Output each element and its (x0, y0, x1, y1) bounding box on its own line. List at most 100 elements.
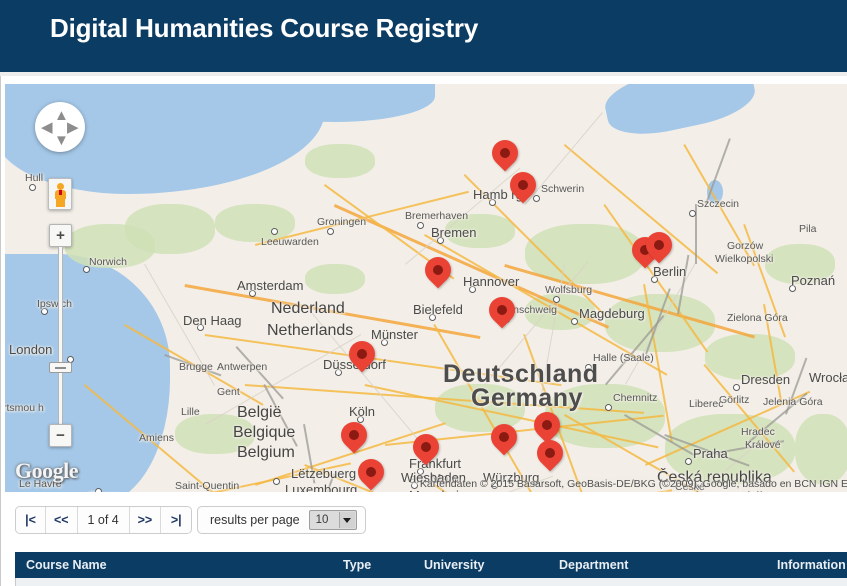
zoom-in-button[interactable]: + (49, 224, 72, 247)
street-view-pegman-button[interactable] (48, 178, 72, 210)
map-place-label: London (9, 342, 53, 357)
map-place-label: Hradec (741, 426, 775, 438)
results-per-page-select[interactable]: 10 (308, 510, 357, 530)
map-place-label: Lille (181, 406, 200, 418)
map-marker[interactable] (504, 166, 542, 212)
map-city-dot (29, 184, 36, 191)
zoom-slider-track[interactable] (58, 246, 63, 425)
previous-page-button[interactable]: << (46, 507, 78, 533)
map-place-label: Görlitz (719, 394, 750, 406)
map-place-label: Den Haag (183, 313, 242, 328)
column-header-type[interactable]: Type (343, 552, 371, 578)
map-place-label: Jelenia Góra (763, 396, 823, 408)
last-page-button[interactable]: >| (161, 507, 192, 533)
map-city-dot (685, 458, 692, 465)
map-marker[interactable] (419, 251, 457, 297)
pegman-icon (55, 183, 66, 207)
map-pin-center (357, 349, 367, 359)
map-city-dot (605, 404, 612, 411)
map-pin-center (497, 305, 507, 315)
map-place-label: Schwerin (541, 183, 585, 195)
map-place-label: Norwich (89, 256, 127, 268)
pagination-button-group: |< << 1 of 4 >> >| (15, 506, 193, 534)
map-terrain-area (305, 144, 375, 178)
column-header-department[interactable]: Department (559, 552, 628, 578)
map-place-label: rtsmou h (5, 402, 44, 414)
map-pin-center (421, 442, 431, 452)
map-pin-center (654, 240, 664, 250)
results-per-page-label: results per page (210, 513, 300, 527)
column-header-course-name[interactable]: Course Name (26, 552, 107, 578)
zoom-out-button[interactable]: − (49, 424, 72, 447)
zoom-slider-thumb[interactable] (49, 362, 72, 373)
next-page-button[interactable]: >> (129, 507, 162, 533)
map-place-label: Rouen (89, 490, 120, 492)
map-place-label: Belgique (233, 424, 296, 441)
map-city-dot (571, 318, 578, 325)
map-place-label: Liberec (689, 398, 724, 410)
google-logo: Google (15, 458, 79, 483)
chevron-down-icon[interactable] (338, 512, 355, 528)
map-terrain-area (795, 414, 847, 484)
map-marker[interactable] (343, 335, 381, 381)
map-place-label: Bremerhaven (405, 210, 469, 222)
map-attribution: Kartendaten © 2015 Basarsoft, GeoBasis-D… (419, 478, 847, 490)
map-place-label: Magdeburg (579, 306, 645, 321)
column-header-information[interactable]: Information (777, 552, 846, 578)
map-pin-center (545, 448, 555, 458)
map-place-label: Lëtzebuerg (291, 466, 357, 481)
map-container[interactable]: Hull Norwich Ipswich London rtsmou h Le Havre… (5, 84, 847, 492)
lake-1 (671, 108, 697, 123)
map-pin-center (349, 430, 359, 440)
map-place-label: Wolfsburg (545, 284, 593, 296)
map-place-label: Bremen (431, 225, 477, 240)
pan-control[interactable]: ▲ ▼ ◀ ▶ (35, 102, 85, 152)
map-place-label: Hannover (463, 274, 520, 289)
pan-left-icon[interactable]: ◀ (41, 120, 53, 135)
site-header: Digital Humanities Course Registry (0, 0, 847, 72)
map-place-label: Köln (349, 404, 376, 419)
map-marker[interactable] (352, 453, 390, 492)
map-place-label: Amiens (139, 432, 175, 444)
map-terrain-area (305, 264, 365, 294)
column-header-university[interactable]: University (424, 552, 484, 578)
map-city-dot (417, 222, 424, 229)
results-per-page-value: 10 (315, 514, 329, 526)
map-place-label: Pila (799, 223, 817, 235)
first-page-button[interactable]: |< (16, 507, 46, 533)
pan-right-icon[interactable]: ▶ (67, 120, 79, 135)
results-table: Course Name Type University Department I… (15, 552, 847, 586)
map-pin-center (542, 420, 552, 430)
map-place-label: Hull (25, 172, 44, 184)
map-marker[interactable] (335, 416, 373, 462)
map-place-label: Antwerpen (217, 361, 268, 373)
map-city-dot (327, 228, 334, 235)
page-root: Digital Humanities Course Registry Hull N… (0, 0, 847, 586)
page-title: Digital Humanities Course Registry (50, 13, 479, 43)
map-city-dot (271, 228, 278, 235)
map-marker[interactable] (485, 418, 523, 464)
table-row[interactable] (15, 578, 847, 586)
map-canvas[interactable]: Hull Norwich Ipswich London rtsmou h Le Havre… (5, 84, 847, 492)
map-place-label: Brugge (179, 361, 213, 373)
map-city-dot (553, 296, 560, 303)
page-status-label: 1 of 4 (77, 507, 130, 533)
map-place-label: Poznań (791, 273, 836, 288)
map-city-dot (689, 210, 696, 217)
map-place-label: Luxembourg (285, 482, 358, 492)
content-pane: Hull Norwich Ipswich London rtsmou h Le Havre… (0, 76, 847, 586)
map-marker[interactable] (531, 434, 569, 480)
map-place-label: Chemnitz (613, 392, 658, 404)
map-marker[interactable] (407, 428, 445, 474)
map-pin-center (518, 180, 528, 190)
map-place-label: Gent (217, 386, 240, 398)
map-place-label: Zielona Góra (727, 312, 788, 324)
map-place-label: Belgium (237, 444, 295, 461)
map-marker[interactable] (640, 226, 678, 272)
map-pin-center (500, 148, 510, 158)
map-marker[interactable] (483, 291, 521, 337)
map-pin-center (433, 265, 443, 275)
map-place-label: Saint-Quentin (175, 480, 240, 492)
map-place-label: België (237, 404, 282, 421)
map-place-label: Halle (Saale) (593, 352, 654, 364)
